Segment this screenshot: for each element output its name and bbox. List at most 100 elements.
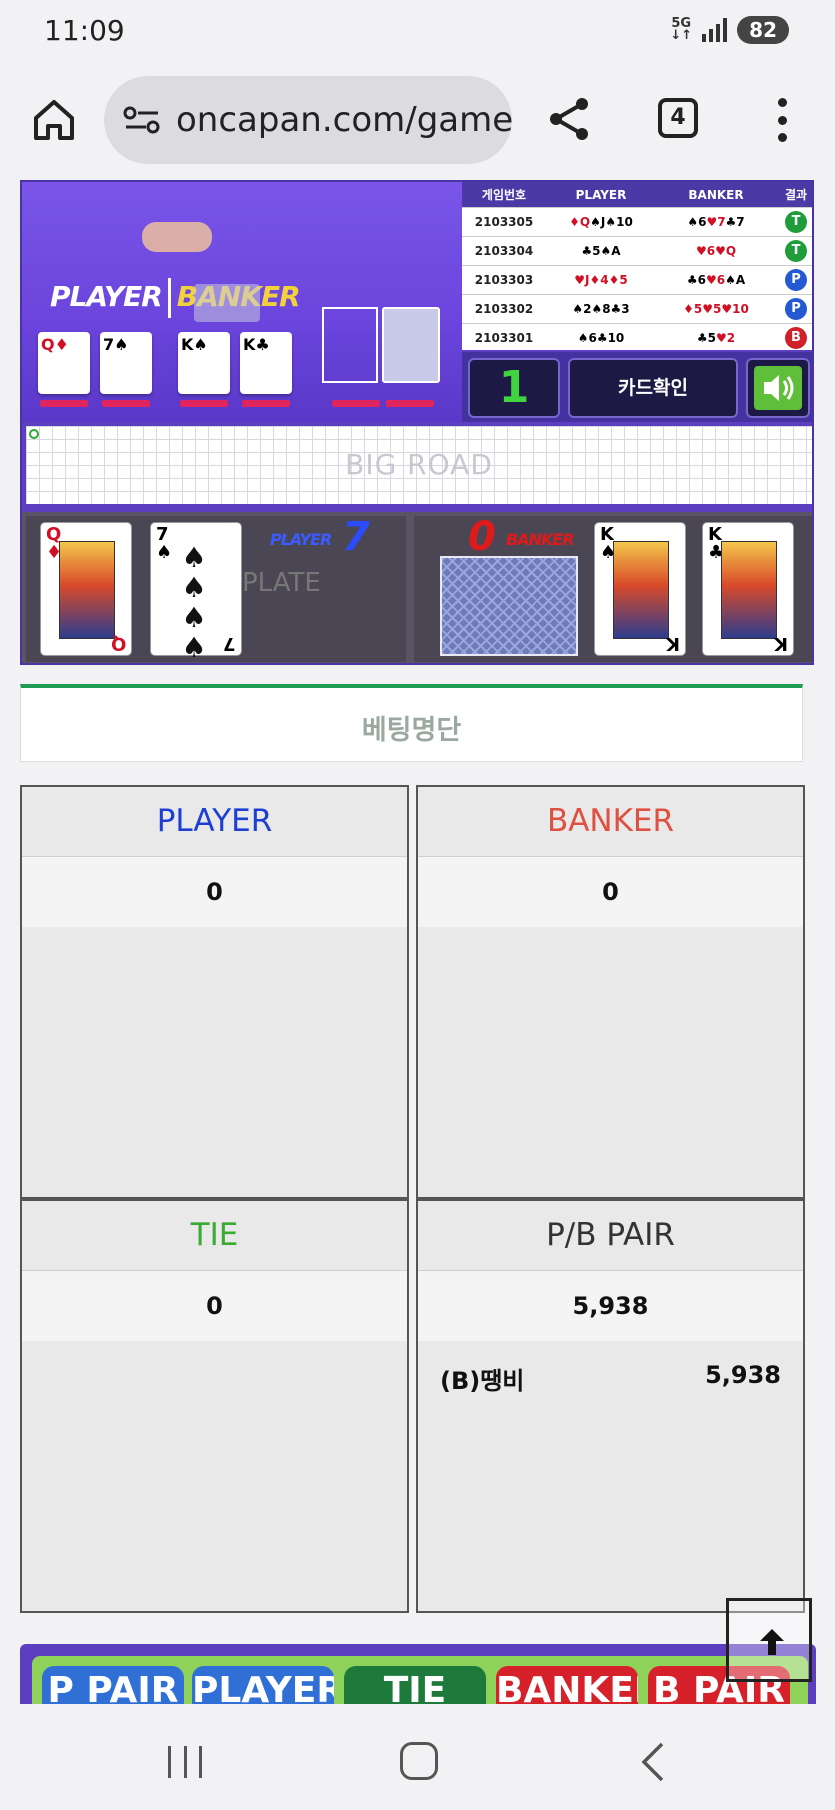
- big-road-board: BIG ROAD: [26, 426, 812, 504]
- sound-toggle[interactable]: [746, 358, 810, 418]
- site-settings-icon[interactable]: [122, 105, 162, 135]
- bet-list-title: 베팅명단: [361, 715, 462, 746]
- card-result-panel: Q♦ Q 7♠ ♠ ♠♠ ♠♠ ♠ 7 PLAYER 7 PLATE 0 BAN…: [22, 512, 812, 664]
- queen-face: [59, 541, 115, 639]
- system-nav-bar: [0, 1706, 835, 1810]
- round-counter: 1: [468, 358, 560, 418]
- card-check-button[interactable]: 카드확인: [568, 358, 738, 418]
- game-panel: PLAYERBANKER Q♦ 7♠ K♠ K♣ 게임번호 PLAYER BAN…: [20, 180, 814, 665]
- card-shoe-slot: [322, 307, 378, 383]
- player-cards: ♠2♠8♣3: [572, 302, 630, 316]
- bet-list-header: 베팅명단: [20, 684, 803, 762]
- recent-apps-icon[interactable]: [168, 1746, 202, 1778]
- banker-bet-title: BANKER: [418, 787, 803, 857]
- pb-pair-bet-total: 5,938: [418, 1271, 803, 1341]
- game-number: 2103303: [474, 273, 534, 287]
- result-badge: T: [785, 211, 807, 233]
- banker-score: 0: [468, 514, 496, 560]
- back-icon[interactable]: [640, 1742, 666, 1782]
- home-icon[interactable]: [32, 98, 76, 142]
- home-nav-icon[interactable]: [400, 1742, 438, 1780]
- scroll-top-button[interactable]: [726, 1598, 812, 1682]
- card-marker: [180, 400, 228, 407]
- more-menu-icon[interactable]: [776, 98, 788, 142]
- address-bar[interactable]: oncapan.com/gamez: [104, 76, 512, 164]
- clock: 11:09: [44, 14, 125, 47]
- history-row: 2103304 ♣5♠A ♥6♥Q T: [462, 237, 812, 266]
- watermark-text: PLATE: [242, 568, 321, 598]
- game-number: 2103304: [474, 244, 534, 258]
- banker-bet-box: BANKER 0: [416, 785, 805, 1199]
- banker-cards: ♣6♥6♠A: [686, 273, 746, 287]
- history-header: 게임번호 PLAYER BANKER 결과: [462, 182, 812, 208]
- video-card: K♠: [178, 332, 230, 394]
- king-face: [721, 541, 777, 639]
- game-number: 2103302: [474, 302, 534, 316]
- card-shoe: [382, 307, 440, 383]
- video-card: 7♠: [100, 332, 152, 394]
- player-card-2: 7♠ ♠ ♠♠ ♠♠ ♠ 7: [150, 522, 242, 664]
- status-bar: 11:09 5G ↓↑ 82: [0, 0, 835, 62]
- player-bet-button[interactable]: PLAYER: [192, 1666, 334, 1704]
- card-back: [440, 556, 578, 656]
- history-row: 2103302 ♠2♠8♣3 ♦5♥5♥10 P: [462, 295, 812, 324]
- banker-card-1: K ♠ K: [594, 522, 686, 656]
- tie-bet-box: TIE 0: [20, 1199, 409, 1613]
- banker-card-2: K ♣ K: [702, 522, 794, 656]
- pb-pair-bet-title: P/B PAIR: [418, 1201, 803, 1271]
- player-bet-total: 0: [22, 857, 407, 927]
- history-row: 2103303 ♥J♦4♦5 ♣6♥6♠A P: [462, 266, 812, 295]
- player-hand: Q♦ Q 7♠ ♠ ♠♠ ♠♠ ♠ 7 PLAYER 7 PLATE: [26, 514, 406, 664]
- dealer-hands: [142, 222, 212, 252]
- banker-cards: ♠6♥7♣7: [687, 215, 745, 229]
- tab-switcher-button[interactable]: 4: [658, 98, 698, 138]
- player-score: 7: [342, 514, 370, 560]
- card-marker: [332, 400, 380, 407]
- spade-pips: ♠ ♠♠ ♠♠ ♠: [181, 541, 213, 664]
- video-card: Q♦: [38, 332, 90, 394]
- network-indicator: 5G ↓↑: [670, 16, 693, 43]
- player-cards: ♠6♣10: [577, 331, 625, 345]
- history-row: 2103305 ♦Q♠J♠10 ♠6♥7♣7 T: [462, 208, 812, 237]
- game-controls: 1 카드확인: [462, 352, 812, 422]
- browser-toolbar: oncapan.com/gamez 4: [0, 62, 835, 180]
- signal-icon: [702, 18, 728, 42]
- video-pb-label: PLAYERBANKER: [50, 278, 301, 318]
- banker-cards: ♥6♥Q: [695, 244, 737, 258]
- logo-overlay: [194, 284, 260, 322]
- game-number: 2103301: [474, 331, 534, 345]
- arrow-up-icon: [760, 1629, 784, 1655]
- tie-bet-button[interactable]: TIE: [344, 1666, 486, 1704]
- banker-bet-total: 0: [418, 857, 803, 927]
- url-text: oncapan.com/gamez: [176, 100, 512, 140]
- p-pair-button[interactable]: P PAIR: [42, 1666, 184, 1704]
- player-bet-box: PLAYER 0: [20, 785, 409, 1199]
- bet-entry: (B)땡비 5,938: [418, 1341, 803, 1396]
- banker-score-label: BANKER: [506, 530, 575, 549]
- history-row: 2103301 ♠6♣10 ♣5♥2 B: [462, 324, 812, 353]
- banker-cards: ♣5♥2: [696, 331, 736, 345]
- speaker-icon: [764, 375, 794, 401]
- video-card: K♣: [240, 332, 292, 394]
- battery-indicator: 82: [737, 16, 789, 44]
- game-number: 2103305: [474, 215, 534, 229]
- pb-pair-bet-box: P/B PAIR 5,938 (B)땡비 5,938: [416, 1199, 805, 1613]
- banker-hand: 0 BANKER K ♠ K K ♣ K: [414, 514, 812, 662]
- banker-bet-button[interactable]: BANKER: [496, 1666, 638, 1704]
- bet-amount: 5,938: [705, 1361, 781, 1389]
- player-cards: ♣5♠A: [581, 244, 621, 258]
- player-score-label: PLAYER: [270, 530, 332, 549]
- tie-bet-title: TIE: [22, 1201, 407, 1271]
- share-icon[interactable]: [546, 96, 592, 142]
- player-cards: ♥J♦4♦5: [574, 273, 628, 287]
- card-marker: [40, 400, 88, 407]
- card-marker: [242, 400, 290, 407]
- player-cards: ♦Q♠J♠10: [569, 215, 633, 229]
- tie-bet-total: 0: [22, 1271, 407, 1341]
- road-marker: [29, 429, 39, 439]
- result-badge: P: [785, 269, 807, 291]
- bettor-name: (B)땡비: [440, 1367, 525, 1395]
- banker-cards: ♦5♥5♥10: [683, 302, 749, 316]
- bet-button-bar: P PAIR PLAYER TIE BANKER B PAIR: [20, 1644, 816, 1704]
- history-table: 게임번호 PLAYER BANKER 결과 2103305 ♦Q♠J♠10 ♠6♥7…: [462, 182, 812, 353]
